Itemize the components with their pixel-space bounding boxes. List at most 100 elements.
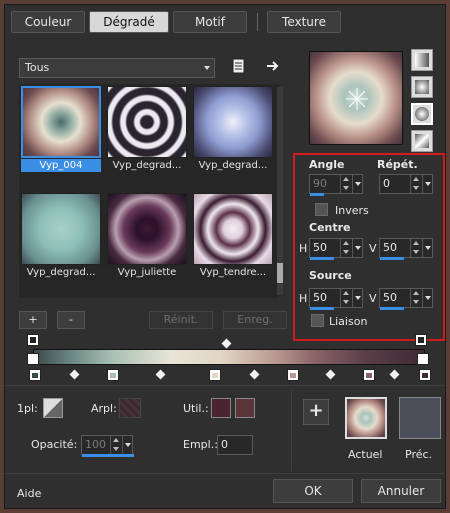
link-checkbox[interactable] [311,314,324,327]
pl-swatch[interactable] [43,398,63,418]
gradient-bar[interactable] [33,349,425,365]
color-midpoint[interactable] [69,369,80,380]
chevron-down-icon[interactable] [422,175,433,193]
repeat-spinner[interactable]: 0 [379,174,433,194]
spin-updown-icon[interactable] [410,289,421,307]
color-midpoint[interactable] [249,369,260,380]
save-gradient-button[interactable]: Enreg. [223,311,287,329]
source-v-bar [380,307,404,310]
angle-bar [310,193,324,196]
add-to-swatches-button[interactable]: + [303,399,329,425]
current-preview[interactable] [345,397,387,439]
tab-texture[interactable]: Texture [267,11,341,33]
rectangular-gradient-icon [415,80,429,94]
library-item[interactable]: Vyp_degrad... [107,86,187,171]
help-link[interactable]: Aide [17,487,41,500]
center-v-bar [380,257,404,260]
center-h-value: 50 [313,241,327,254]
arpl-label: Arpl: [91,402,117,415]
invert-checkbox[interactable] [315,203,328,216]
reset-button[interactable]: Réinit. [149,311,213,329]
library-menu-icon[interactable] [231,58,247,74]
chevron-down-icon[interactable] [422,289,433,307]
util-color-swatch-1[interactable] [211,398,231,418]
invert-label: Invers [335,204,369,217]
util-label: Util.: [183,402,209,415]
spin-updown-icon[interactable] [410,239,421,257]
gradient-bar-end-handle[interactable] [417,353,429,365]
source-v-label: V [369,292,377,305]
chevron-down-icon[interactable] [422,239,433,257]
source-h-spinner[interactable]: 50 [309,288,363,310]
tab-motif[interactable]: Motif [173,11,247,33]
color-stop[interactable] [107,369,119,381]
spin-updown-icon[interactable] [340,175,351,193]
location-field[interactable]: 0 [217,435,253,455]
chevron-down-icon[interactable] [122,436,133,454]
library-item[interactable]: Vyp_degrad... [193,86,273,171]
color-stop-end[interactable] [419,369,431,381]
angle-spinner[interactable]: 90 [309,174,363,196]
linear-style-button[interactable] [411,49,433,71]
library-item[interactable]: Vyp_004 [21,86,101,172]
center-v-spinner[interactable]: 50 [379,238,433,260]
category-select[interactable]: Tous [19,58,215,78]
color-stop[interactable] [363,369,375,381]
arpl-swatch[interactable] [119,398,141,418]
add-gradient-button[interactable]: + [19,311,47,329]
spin-updown-icon[interactable] [340,289,351,307]
center-v-label: V [369,242,377,255]
color-stop-swatch [212,373,218,378]
tab-couleur[interactable]: Couleur [11,11,85,33]
color-stop-swatch [366,373,372,378]
chevron-down-icon[interactable] [352,175,363,193]
cancel-button[interactable]: Annuler [361,479,441,503]
gradient-thumbnail [193,193,273,265]
gradient-dialog: Couleur Dégradé Motif Texture Tous Vyp_0… [4,4,446,509]
category-select-value: Tous [25,61,50,74]
spin-updown-icon[interactable] [340,239,351,257]
color-midpoint[interactable] [389,369,400,380]
spin-updown-icon[interactable] [110,436,121,454]
sunburst-gradient-icon [415,134,429,148]
center-h-bar [310,257,334,260]
gradient-thumbnail [107,193,187,265]
util-color-swatch-2[interactable] [235,398,255,418]
color-stop[interactable] [209,369,221,381]
tab-separator [257,13,258,31]
remove-gradient-button[interactable]: - [57,311,85,329]
opacity-stop-start[interactable] [27,334,39,346]
library-item[interactable]: Vyp_juliette [107,193,187,278]
opacity-spinner[interactable]: 100 [81,435,134,457]
previous-preview[interactable] [399,397,441,439]
library-scrollbar[interactable] [277,87,283,295]
opacity-stop-end[interactable] [415,334,427,346]
tab-degrade[interactable]: Dégradé [89,11,169,33]
opacity-stop-marker-icon [30,337,36,343]
radial-style-button[interactable] [411,103,433,125]
gradient-preview[interactable] [309,51,403,145]
library-item-label: Vyp_degrad... [198,160,268,171]
gradient-bar-start-handle[interactable] [27,353,39,365]
source-v-spinner[interactable]: 50 [379,288,433,310]
rectangular-style-button[interactable] [411,76,433,98]
color-stop-start[interactable] [29,369,41,381]
ok-button[interactable]: OK [273,479,353,503]
color-midpoint[interactable] [325,369,336,380]
chevron-down-icon[interactable] [352,289,363,307]
library-item[interactable]: Vyp_tendre... [193,193,273,278]
arrow-right-icon[interactable] [265,58,281,74]
center-crosshair-icon [346,88,368,110]
sunburst-style-button[interactable] [411,130,433,152]
center-h-spinner[interactable]: 50 [309,238,363,260]
library-item[interactable]: Vyp_degrad... [21,193,101,278]
scrollbar-thumb[interactable] [277,263,283,283]
color-midpoint[interactable] [155,369,166,380]
divider [5,385,445,386]
opacity-midpoint[interactable] [221,338,232,349]
chevron-down-icon[interactable] [352,239,363,257]
opacity-bar [82,454,134,457]
source-h-value: 50 [313,291,327,304]
color-stop[interactable] [287,369,299,381]
spin-updown-icon[interactable] [410,175,421,193]
